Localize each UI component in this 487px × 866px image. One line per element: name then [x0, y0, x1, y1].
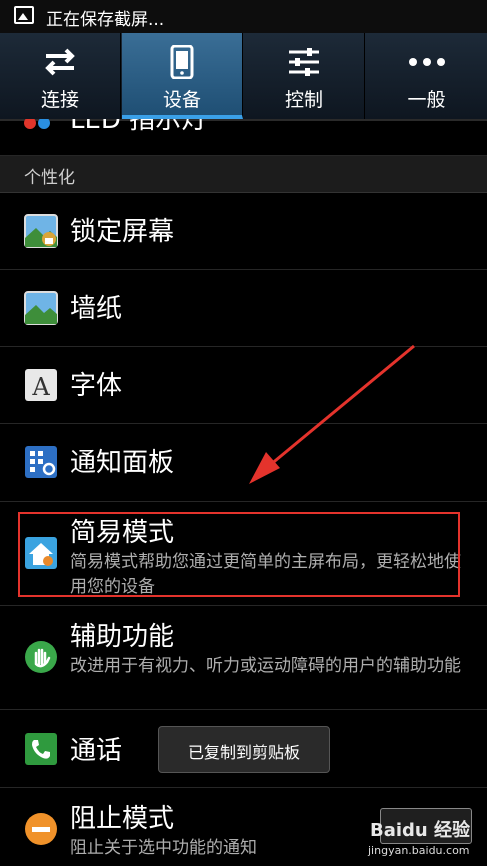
toast-text: 已复制到剪贴板 [187, 743, 300, 762]
watermark-text: Baidu 经验 [370, 820, 471, 841]
toast-message: 已复制到剪贴板 [158, 726, 330, 773]
watermark-url: jingyan.baidu.com [368, 844, 470, 857]
watermark: Baidu 经验 jingyan.baidu.com [368, 808, 474, 858]
highlight-box [18, 512, 460, 597]
